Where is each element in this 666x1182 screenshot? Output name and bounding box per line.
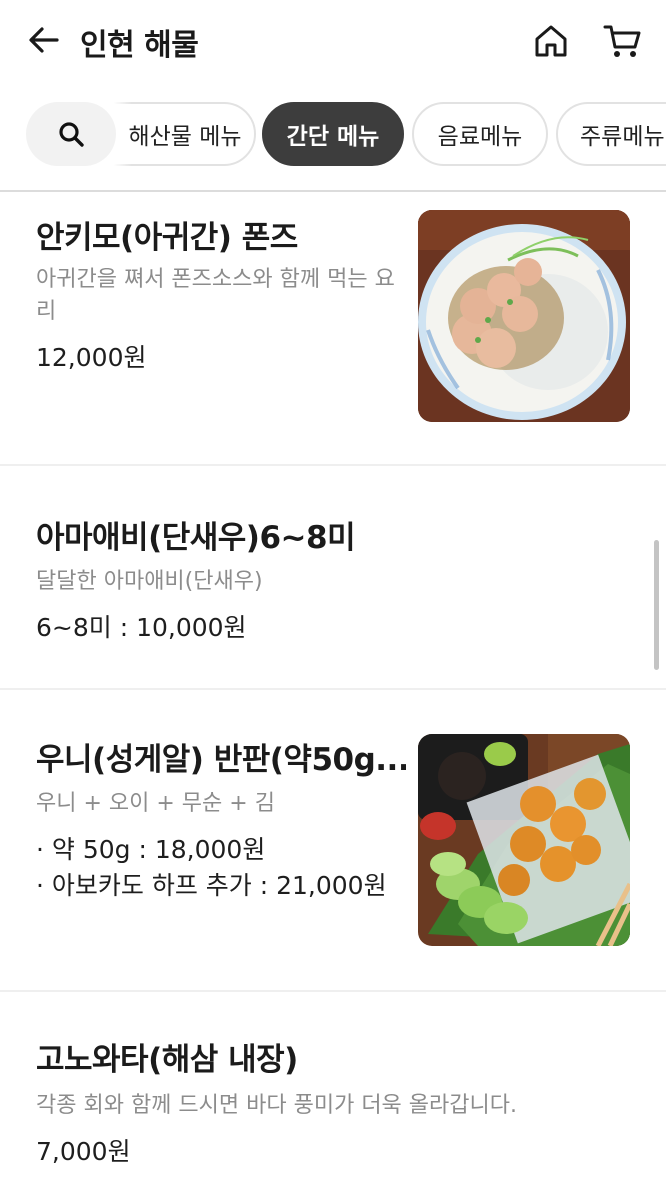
cart-button[interactable] <box>598 18 646 64</box>
menu-item-price: 6~8미 : 10,000원 <box>36 613 247 642</box>
menu-item-image <box>418 210 630 422</box>
home-icon <box>535 25 567 57</box>
tab-label: 해산물 메뉴 <box>128 124 242 150</box>
back-button[interactable] <box>22 18 66 62</box>
tab-label: 주류메뉴 <box>580 124 665 150</box>
menu-list[interactable]: 안키모(아귀간) 폰즈 아귀간을 쪄서 폰즈소스와 함께 먹는 요리 12,00… <box>0 192 666 1182</box>
home-button[interactable] <box>528 18 574 64</box>
menu-page: 인현 해물 해산물 메뉴 간단 메뉴 음료메뉴 주류메뉴 안키모(아귀간) 폰즈… <box>0 0 666 1182</box>
tab-label: 음료메뉴 <box>437 124 523 150</box>
search-button[interactable] <box>26 102 116 166</box>
menu-item-name: 아마애비(단새우)6~8미 <box>36 520 356 556</box>
menu-item-price: 7,000원 <box>36 1137 131 1166</box>
search-area <box>0 100 132 170</box>
menu-item-price-line: · 아보카도 하프 추가 : 21,000원 <box>36 871 387 900</box>
scrollbar-thumb[interactable] <box>654 540 659 670</box>
category-tabs: 해산물 메뉴 간단 메뉴 음료메뉴 주류메뉴 <box>0 100 666 170</box>
tab-label: 간단 메뉴 <box>286 124 380 150</box>
tab-drink-menu[interactable]: 음료메뉴 <box>412 102 548 166</box>
menu-item-description: 각종 회와 함께 드시면 바다 풍미가 더욱 올라갑니다. <box>36 1093 517 1118</box>
app-header: 인현 해물 <box>0 0 666 86</box>
menu-item-description: 아귀간을 쪄서 폰즈소스와 함께 먹는 요리 <box>36 267 395 324</box>
menu-item-description: 우니 + 오이 + 무순 + 김 <box>36 791 275 816</box>
menu-item-description: 달달한 아마애비(단새우) <box>36 569 263 594</box>
search-icon <box>59 122 84 147</box>
menu-item[interactable]: 안키모(아귀간) 폰즈 아귀간을 쪄서 폰즈소스와 함께 먹는 요리 12,00… <box>0 192 666 466</box>
menu-item[interactable]: 고노와타(해삼 내장) 각종 회와 함께 드시면 바다 풍미가 더욱 올라갑니다… <box>0 992 666 1182</box>
menu-item-price: 12,000원 <box>36 343 147 372</box>
tab-simple-menu[interactable]: 간단 메뉴 <box>262 102 404 166</box>
tab-liquor-menu[interactable]: 주류메뉴 <box>556 102 666 166</box>
cart-icon <box>603 25 641 57</box>
page-title: 인현 해물 <box>80 28 199 63</box>
menu-item[interactable]: 아마애비(단새우)6~8미 달달한 아마애비(단새우) 6~8미 : 10,00… <box>0 466 666 690</box>
menu-item-name: 안키모(아귀간) 폰즈 <box>36 220 298 256</box>
menu-item-image <box>418 734 630 946</box>
menu-item-name: 고노와타(해삼 내장) <box>36 1042 298 1078</box>
menu-item[interactable]: 우니(성게알) 반판(약50g... 우니 + 오이 + 무순 + 김 · 약 … <box>0 690 666 992</box>
menu-item-price-line: · 약 50g : 18,000원 <box>36 835 266 864</box>
menu-item-name: 우니(성게알) 반판(약50g... <box>36 742 406 778</box>
arrow-left-icon <box>29 27 59 53</box>
